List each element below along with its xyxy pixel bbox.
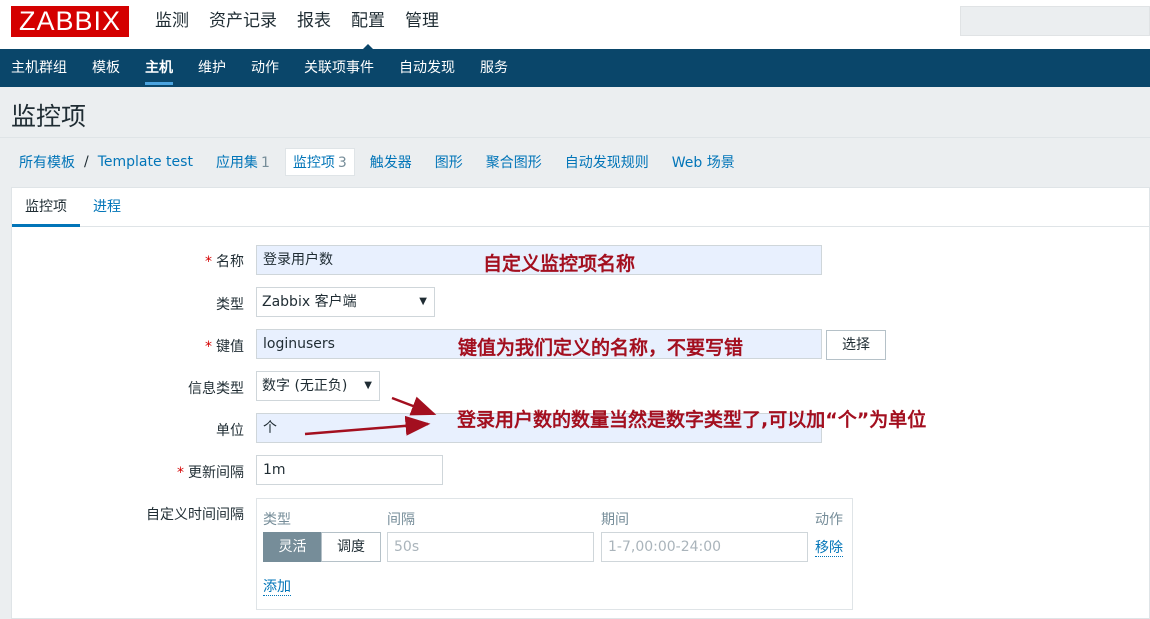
crumb-screens[interactable]: 聚合图形 — [486, 152, 542, 172]
chevron-down-icon: ▼ — [364, 380, 372, 391]
custom-period-placeholder: 1-7,00:00-24:00 — [608, 539, 722, 555]
crumb-graphs[interactable]: 图形 — [435, 152, 463, 172]
custom-period-input[interactable]: 1-7,00:00-24:00 — [601, 532, 808, 562]
crumb-discovery-rules[interactable]: 自动发现规则 — [565, 152, 649, 172]
top-header: ZABBIX 监测 资产记录 报表 配置 管理 — [0, 0, 1150, 51]
crumb-applications-count: 1 — [260, 154, 270, 171]
menu-configuration[interactable]: 配置 — [351, 0, 385, 51]
crumb-items[interactable]: 监控项 3 — [284, 147, 355, 176]
scheduling-toggle[interactable]: 调度 — [321, 532, 381, 562]
select-key-button[interactable]: 选择 — [826, 330, 886, 360]
search-input[interactable] — [960, 6, 1150, 36]
remove-link[interactable]: 移除 — [815, 540, 843, 557]
flexible-toggle[interactable]: 灵活 — [263, 532, 322, 562]
interval-field[interactable]: 1m — [256, 455, 443, 485]
interval-label: * 更新间隔 — [12, 462, 244, 482]
submenu-templates[interactable]: 模板 — [92, 49, 120, 87]
col-action: 动作 — [815, 512, 843, 528]
crumb-items-label: 监控项 — [292, 154, 335, 171]
tab-preprocessing[interactable]: 进程 — [80, 188, 134, 226]
annotation-key-note: 键值为我们定义的名称，不要写错 — [458, 337, 744, 359]
submenu-host-groups[interactable]: 主机群组 — [11, 49, 67, 87]
crumb-web-scenarios[interactable]: Web 场景 — [672, 152, 735, 172]
col-period: 期间 — [601, 512, 629, 528]
name-label: * 名称 — [12, 251, 244, 271]
menu-inventory[interactable]: 资产记录 — [209, 0, 277, 49]
required-marker: * — [177, 465, 184, 481]
submenu-hosts[interactable]: 主机 — [145, 49, 173, 87]
name-label-text: 名称 — [216, 254, 244, 270]
annotation-unit-note: 登录用户数的数量当然是数字类型了,可以加“个”为单位 — [457, 409, 927, 431]
required-marker: * — [205, 339, 212, 355]
zabbix-logo[interactable]: ZABBIX — [11, 6, 129, 37]
interval-label-text: 更新间隔 — [188, 465, 244, 481]
info-type-select-value: 数字 (无正负) — [262, 378, 348, 394]
main-menu: 监测 资产记录 报表 配置 管理 — [155, 0, 459, 51]
menu-monitoring[interactable]: 监测 — [155, 0, 189, 49]
col-type: 类型 — [263, 512, 291, 528]
type-label: 类型 — [216, 297, 244, 313]
menu-reports[interactable]: 报表 — [297, 0, 331, 49]
key-label-text: 键值 — [216, 339, 244, 355]
custom-interval-input[interactable]: 50s — [387, 532, 594, 562]
submenu-correlation[interactable]: 关联项事件 — [304, 49, 374, 87]
chevron-down-icon: ▼ — [419, 296, 427, 307]
required-marker: * — [205, 254, 212, 270]
col-interval: 间隔 — [387, 512, 415, 528]
info-type-select[interactable]: 数字 (无正负) ▼ — [256, 371, 380, 401]
custom-interval-placeholder: 50s — [394, 539, 420, 555]
crumb-applications[interactable]: 应用集 1 — [216, 152, 270, 172]
add-link[interactable]: 添加 — [263, 579, 291, 596]
custom-intervals-label: 自定义时间间隔 — [146, 507, 244, 523]
annotation-name-note: 自定义监控项名称 — [483, 253, 636, 275]
crumb-applications-label: 应用集 — [215, 154, 258, 171]
page-title: 监控项 — [11, 102, 87, 131]
submenu-discovery[interactable]: 自动发现 — [399, 49, 455, 87]
sub-menu: 主机群组 模板 主机 维护 动作 关联项事件 自动发现 服务 — [0, 49, 1150, 87]
submenu-services[interactable]: 服务 — [480, 49, 508, 87]
type-select[interactable]: Zabbix 客户端 ▼ — [256, 287, 435, 317]
tab-item[interactable]: 监控项 — [12, 188, 80, 227]
submenu-actions[interactable]: 动作 — [251, 49, 279, 87]
type-select-value: Zabbix 客户端 — [262, 294, 357, 310]
form-tabs: 监控项 进程 — [12, 188, 1150, 227]
submenu-maintenance[interactable]: 维护 — [198, 49, 226, 87]
crumb-all-templates[interactable]: 所有模板 — [19, 152, 75, 172]
custom-intervals-table: 类型 间隔 期间 动作 灵活 调度 50s 1-7,00:00-24:00 移除… — [256, 498, 853, 610]
crumb-separator: / — [84, 153, 89, 170]
menu-administration[interactable]: 管理 — [405, 0, 439, 49]
info-type-label: 信息类型 — [188, 381, 244, 397]
breadcrumb: 所有模板 / Template test 应用集 1 监控项 3 触发器 图形 聚合… — [0, 137, 1150, 185]
key-label: * 键值 — [12, 336, 244, 356]
crumb-template[interactable]: Template test — [98, 154, 193, 170]
crumb-triggers[interactable]: 触发器 — [370, 152, 412, 172]
units-label: 单位 — [216, 423, 244, 439]
crumb-items-count: 3 — [337, 154, 347, 171]
